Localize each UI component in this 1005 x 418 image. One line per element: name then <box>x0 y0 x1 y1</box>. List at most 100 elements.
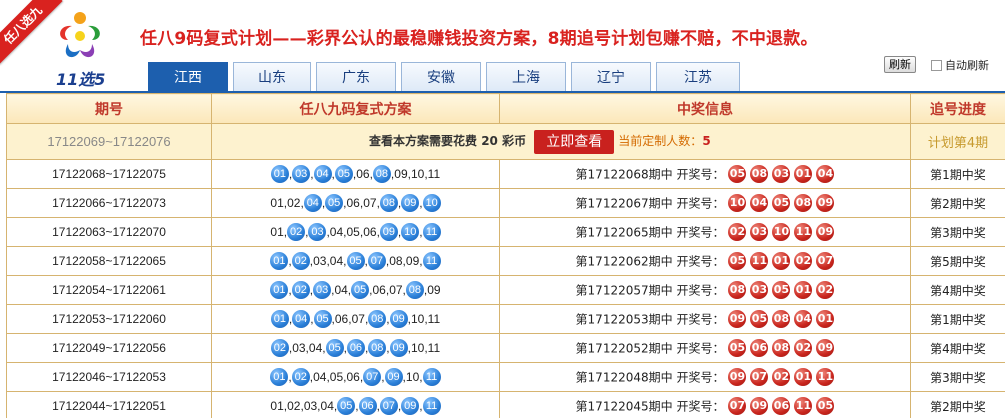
tab-jiangsu[interactable]: 江苏 <box>656 62 740 92</box>
plan-number: 06 <box>363 225 377 239</box>
current-plan-progress: 计划第4期 <box>910 123 1005 160</box>
plan-number: 09 <box>405 254 420 268</box>
hit-number-ball: 02 <box>291 281 310 299</box>
draw-info-text: 第17122065期中 开奖号： <box>575 225 725 240</box>
lottery-logo-icon <box>60 12 100 58</box>
auto-refresh-toggle[interactable]: 自动刷新 <box>931 57 989 73</box>
hit-number-ball: 09 <box>379 223 398 241</box>
auto-refresh-checkbox[interactable] <box>931 59 942 71</box>
draw-number-ball: 01 <box>794 368 813 386</box>
draw-number-ball: 06 <box>772 397 791 415</box>
hit-number-ball: 08 <box>368 339 387 357</box>
row-period: 17122044~17122051 <box>6 391 212 418</box>
logo-area: 任八选九 11选5 <box>0 0 140 92</box>
draw-number-ball: 08 <box>772 339 791 357</box>
row-period: 17122066~17122073 <box>6 188 212 218</box>
plan-number: 06 <box>372 283 386 297</box>
row-plan-numbers: 01, 03, 04, 05,06, 08,09,10,11 <box>211 159 500 189</box>
table-row: 17122044~17122051 01,02,03,04, 05, 06, 07, 09… <box>6 391 1005 418</box>
row-draw-info: 第17122052期中 开奖号： 05 06 08 02 09 <box>499 333 911 363</box>
hit-number-ball: 05 <box>346 252 365 270</box>
current-plan-period: 17122069~17122076 <box>6 123 212 160</box>
plan-number: 09 <box>394 167 408 181</box>
table-row: 17122046~17122053 01, 02,04,05,06, 07, 09,10… <box>6 362 1005 392</box>
draw-number-ball: 05 <box>728 165 747 183</box>
hit-number-ball: 05 <box>325 194 344 212</box>
col-header-progress: 追号进度 <box>910 93 1005 124</box>
hit-number-ball: 09 <box>401 397 420 415</box>
plan-number: 06 <box>346 370 360 384</box>
draw-number-ball: 08 <box>772 310 791 328</box>
hit-number-ball: 07 <box>363 368 382 386</box>
hit-number-ball: 05 <box>337 397 356 415</box>
draw-number-ball: 02 <box>794 339 813 357</box>
hit-number-ball: 01 <box>270 368 289 386</box>
draw-number-ball: 06 <box>750 339 769 357</box>
draw-number-ball: 04 <box>750 194 769 212</box>
draw-number-ball: 11 <box>750 252 769 270</box>
plan-number: 03 <box>313 254 327 268</box>
row-draw-info: 第17122068期中 开奖号： 05 08 03 01 04 <box>499 159 911 189</box>
draw-number-ball: 02 <box>794 252 813 270</box>
draw-number-ball: 09 <box>750 397 769 415</box>
draw-number-ball: 08 <box>750 165 769 183</box>
draw-number-ball: 02 <box>816 281 835 299</box>
row-draw-info: 第17122067期中 开奖号： 10 04 05 08 09 <box>499 188 911 218</box>
plan-number: 08 <box>389 254 403 268</box>
region-tabs: 江西 山东 广东 安徽 上海 辽宁 江苏 <box>148 62 745 92</box>
tab-shanghai[interactable]: 上海 <box>486 62 566 92</box>
hit-number-ball: 03 <box>308 223 327 241</box>
refresh-button[interactable]: 刷新 <box>884 56 916 73</box>
row-draw-info: 第17122053期中 开奖号： 09 05 08 04 01 <box>499 304 911 334</box>
tab-anhui[interactable]: 安徽 <box>401 62 481 92</box>
plan-number: 03 <box>292 341 306 355</box>
row-draw-info: 第17122057期中 开奖号： 08 03 05 01 02 <box>499 275 911 305</box>
tab-jiangxi[interactable]: 江西 <box>148 62 228 92</box>
hit-number-ball: 10 <box>422 194 441 212</box>
table-row: 17122049~17122056 02,03,04, 05, 06, 08, 09,10… <box>6 333 1005 363</box>
hit-number-ball: 02 <box>270 339 289 357</box>
draw-number-ball: 08 <box>794 194 813 212</box>
draw-number-ball: 11 <box>794 223 813 241</box>
hit-number-ball: 11 <box>422 368 441 386</box>
row-period: 17122068~17122075 <box>6 159 212 189</box>
view-now-button[interactable]: 立即查看 <box>534 129 615 154</box>
plan-number: 05 <box>346 225 360 239</box>
hit-number-ball: 11 <box>422 252 441 270</box>
hit-number-ball: 06 <box>358 397 377 415</box>
tab-shandong[interactable]: 山东 <box>233 62 311 92</box>
row-progress: 第3期中奖 <box>910 362 1005 392</box>
plan-number: 11 <box>427 312 441 326</box>
col-header-plan: 任八九码复式方案 <box>211 93 500 124</box>
subscriber-info: 当前定制人数：5 <box>618 134 710 148</box>
draw-number-ball: 10 <box>772 223 791 241</box>
hit-number-ball: 09 <box>389 310 408 328</box>
plan-number: 04 <box>308 341 323 355</box>
row-draw-info: 第17122062期中 开奖号： 05 11 01 02 07 <box>499 246 911 276</box>
page-headline: 任八9码复式计划——彩界公认的最稳赚钱投资方案，8期追号计划包赚不赔，不中退款。 <box>140 29 818 49</box>
draw-number-ball: 01 <box>794 281 813 299</box>
current-plan-row: 17122069~17122076 查看本方案需要花费 20 彩币 立即查看 当前… <box>6 123 1005 160</box>
draw-number-ball: 09 <box>816 194 835 212</box>
row-period: 17122058~17122065 <box>6 246 212 276</box>
tab-liaoning[interactable]: 辽宁 <box>571 62 651 92</box>
draw-number-ball: 02 <box>728 223 747 241</box>
row-progress: 第4期中奖 <box>910 275 1005 305</box>
draw-number-ball: 11 <box>816 368 835 386</box>
plan-number: 03 <box>303 399 318 413</box>
draw-number-ball: 05 <box>772 194 791 212</box>
plan-number: 06 <box>356 167 370 181</box>
col-header-draw-info: 中奖信息 <box>499 93 911 124</box>
row-period: 17122054~17122061 <box>6 275 212 305</box>
plan-number: 11 <box>427 341 441 355</box>
row-period: 17122046~17122053 <box>6 362 212 392</box>
row-plan-numbers: 01, 02, 03,04, 05,06,07, 08,09 <box>211 275 500 305</box>
table-row: 17122054~17122061 01, 02, 03,04, 05,06,07, 08… <box>6 275 1005 305</box>
table-row: 17122053~17122060 01, 04, 05,06,07, 08, 09,10… <box>6 304 1005 334</box>
page-header: 任八选九 11选5 任八9码复式计划——彩界公认的最稳赚钱投资方案，8期追号计划… <box>0 0 1005 93</box>
cost-text: 查看本方案需要花费 20 彩币 <box>369 134 530 148</box>
subscriber-count: 5 <box>702 133 711 148</box>
row-plan-numbers: 01,02, 04, 05,06,07, 08, 09, 10 <box>211 188 500 218</box>
tab-guangdong[interactable]: 广东 <box>316 62 396 92</box>
plan-number: 10 <box>410 167 425 181</box>
